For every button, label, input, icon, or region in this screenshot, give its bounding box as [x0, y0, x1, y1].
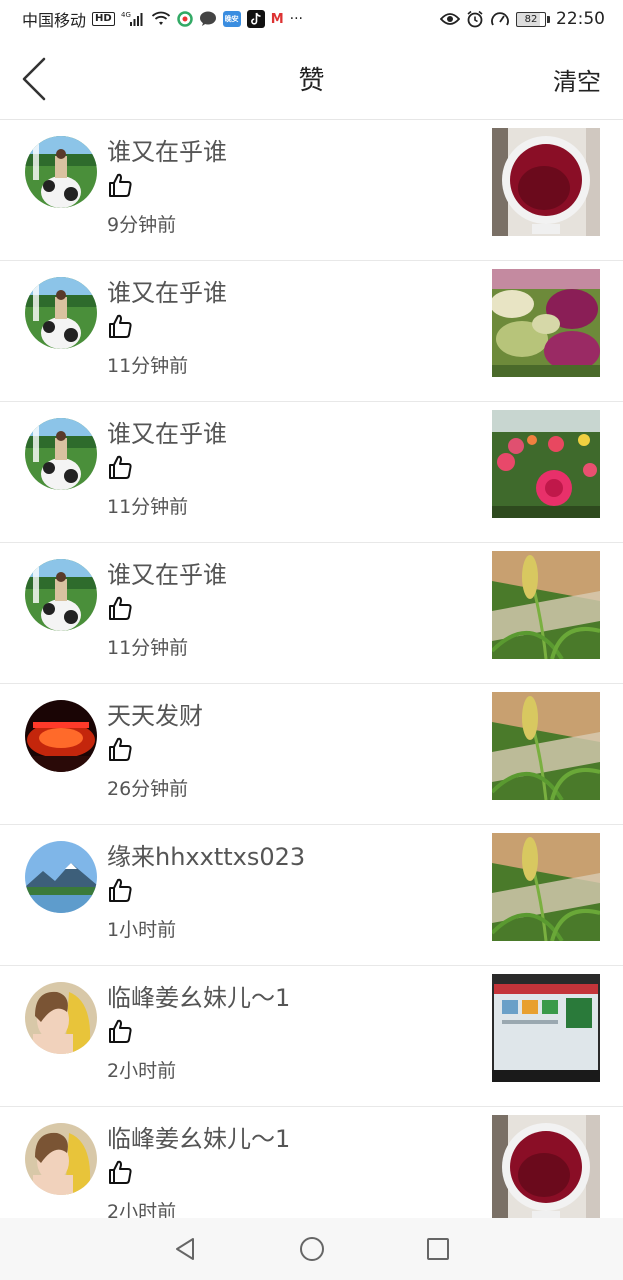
post-thumbnail[interactable] [492, 410, 600, 518]
user-avatar[interactable] [25, 841, 97, 913]
thumbs-up-icon [107, 313, 133, 339]
app-icon-blue: 晚安 [222, 11, 241, 27]
eye-icon [440, 12, 460, 26]
like-item[interactable]: 谁又在乎谁 11分钟前 [0, 261, 623, 402]
user-avatar[interactable] [25, 418, 97, 490]
post-thumbnail[interactable] [492, 974, 600, 1082]
post-thumbnail[interactable] [492, 269, 600, 377]
clock-label: 22:50 [556, 9, 605, 29]
thumbs-up-icon [107, 877, 133, 903]
app-icon-circle [176, 11, 193, 27]
like-item[interactable]: 天天发财 26分钟前 [0, 684, 623, 825]
user-name[interactable]: 谁又在乎谁 [107, 555, 227, 590]
triangle-back-icon [175, 1238, 194, 1260]
thumbs-up-icon [107, 172, 133, 198]
nav-home-button[interactable] [292, 1229, 332, 1269]
alarm-icon [466, 10, 484, 28]
like-time: 11分钟前 [107, 355, 189, 377]
network-label: 4G [121, 11, 131, 19]
like-item[interactable]: 临峰姜幺妹儿～1 2小时前 [0, 966, 623, 1107]
thumbs-up-icon [107, 736, 133, 762]
clear-button[interactable]: 清空 [553, 62, 601, 97]
thumbs-up-icon [107, 595, 133, 621]
page-title: 赞 [298, 66, 325, 96]
battery-level: 82 [516, 11, 546, 27]
gmail-icon: M [270, 11, 284, 27]
like-item[interactable]: 谁又在乎谁 11分钟前 [0, 402, 623, 543]
like-time: 26分钟前 [107, 778, 189, 800]
square-recents-icon [426, 1238, 449, 1260]
battery-icon: 82 [516, 11, 550, 27]
page-header: 赞 清空 [0, 38, 623, 120]
chevron-left-icon [22, 57, 46, 101]
like-item[interactable]: 临峰姜幺妹儿～1 2小时前 [0, 1107, 623, 1218]
user-name[interactable]: 谁又在乎谁 [107, 273, 227, 308]
nav-recents-button[interactable] [418, 1229, 458, 1269]
user-avatar[interactable] [25, 700, 97, 772]
more-notifications-icon: ··· [289, 11, 303, 27]
likes-list: 谁又在乎谁 9分钟前 谁又在乎谁 11分钟前 谁又在乎谁 11分钟前 谁又在乎谁 11分钟前天… [0, 120, 623, 1218]
like-time: 9分钟前 [107, 214, 177, 236]
carrier-label: 中国移动 [22, 11, 87, 30]
user-name[interactable]: 谁又在乎谁 [107, 132, 227, 167]
nav-back-button[interactable] [166, 1229, 206, 1269]
message-icon [199, 11, 217, 27]
user-avatar[interactable] [25, 982, 97, 1054]
post-thumbnail[interactable] [492, 128, 600, 236]
user-avatar[interactable] [25, 136, 97, 208]
speed-icon [490, 10, 510, 28]
like-time: 11分钟前 [107, 637, 189, 659]
user-name[interactable]: 天天发财 [107, 696, 203, 731]
thumbs-up-icon [107, 1159, 133, 1185]
post-thumbnail[interactable] [492, 1115, 600, 1218]
post-thumbnail[interactable] [492, 551, 600, 659]
user-name[interactable]: 临峰姜幺妹儿～1 [107, 978, 290, 1013]
user-avatar[interactable] [25, 277, 97, 349]
like-time: 1小时前 [107, 919, 177, 941]
like-time: 2小时前 [107, 1060, 177, 1082]
status-bar: 中国移动 HD 4G 晚安 M ··· 82 22:50 [0, 0, 623, 38]
signal-icon: 4G [121, 11, 145, 27]
thumbs-up-icon [107, 1018, 133, 1044]
back-button[interactable] [14, 54, 54, 104]
wifi-icon [151, 11, 171, 27]
user-avatar[interactable] [25, 1123, 97, 1195]
circle-home-icon [299, 1237, 324, 1261]
thumbs-up-icon [107, 454, 133, 480]
hd-badge: HD [92, 12, 115, 26]
user-name[interactable]: 谁又在乎谁 [107, 414, 227, 449]
user-name[interactable]: 缘来hhxxttxs023 [107, 837, 305, 872]
like-time: 11分钟前 [107, 496, 189, 518]
like-item[interactable]: 谁又在乎谁 9分钟前 [0, 120, 623, 261]
status-right: 82 22:50 [440, 9, 605, 29]
like-item[interactable]: 谁又在乎谁 11分钟前 [0, 543, 623, 684]
tiktok-icon [246, 10, 265, 28]
user-name[interactable]: 临峰姜幺妹儿～1 [107, 1119, 290, 1154]
post-thumbnail[interactable] [492, 833, 600, 941]
like-item[interactable]: 缘来hhxxttxs023 1小时前 [0, 825, 623, 966]
user-avatar[interactable] [25, 559, 97, 631]
like-time: 2小时前 [107, 1201, 177, 1218]
status-left: 中国移动 HD 4G 晚安 M ··· [22, 7, 303, 31]
system-nav-bar [0, 1218, 623, 1280]
post-thumbnail[interactable] [492, 692, 600, 800]
